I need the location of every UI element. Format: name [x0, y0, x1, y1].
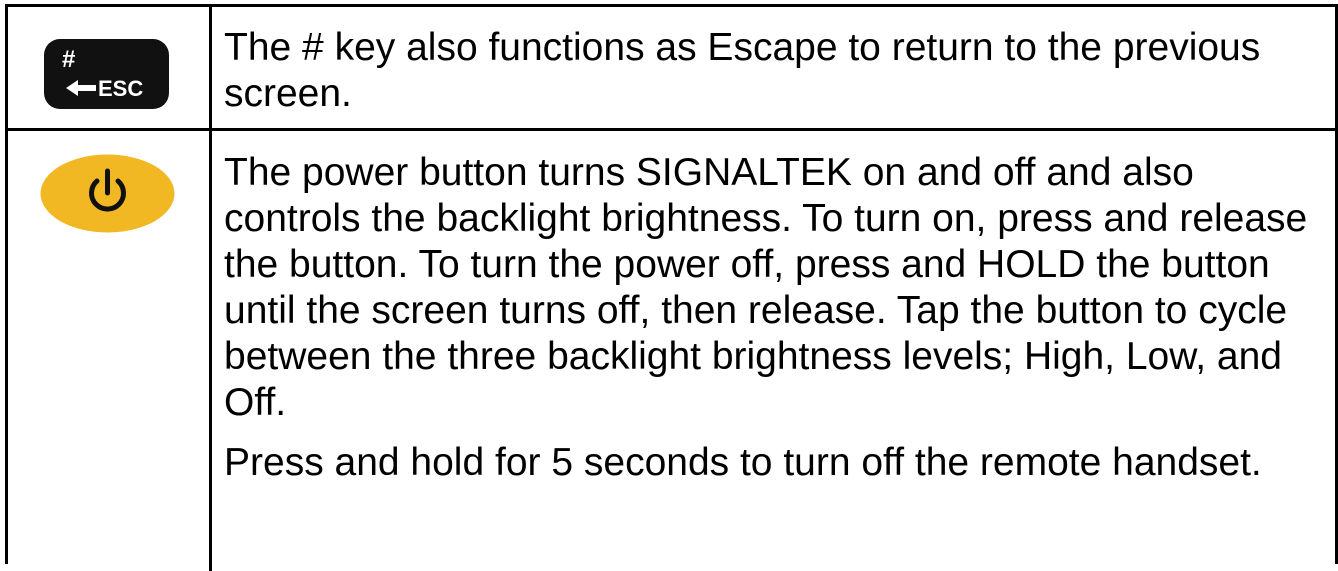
text-cell: The power button turns SIGNALTEK on and … — [212, 131, 1335, 571]
icon-cell — [8, 131, 209, 571]
esc-label: ESC — [98, 76, 143, 101]
power-handset-note: Press and hold for 5 seconds to turn off… — [224, 441, 1262, 484]
text-cell: The # key also functions as Escape to re… — [212, 7, 1335, 128]
icon-cell: # ESC — [8, 7, 209, 128]
power-button-icon — [40, 154, 175, 233]
hash-glyph: # — [62, 46, 75, 73]
power-description: The power button turns SIGNALTEK on and … — [224, 151, 1308, 424]
escape-key-icon: # ESC — [44, 39, 169, 109]
table-row-power: The power button turns SIGNALTEK on and … — [8, 131, 1335, 571]
table-row-escape: # ESC The # key also functions as Escape… — [8, 7, 1335, 131]
key-description-table: # ESC The # key also functions as Escape… — [5, 4, 1338, 571]
escape-description: The # key also functions as Escape to re… — [224, 26, 1261, 115]
